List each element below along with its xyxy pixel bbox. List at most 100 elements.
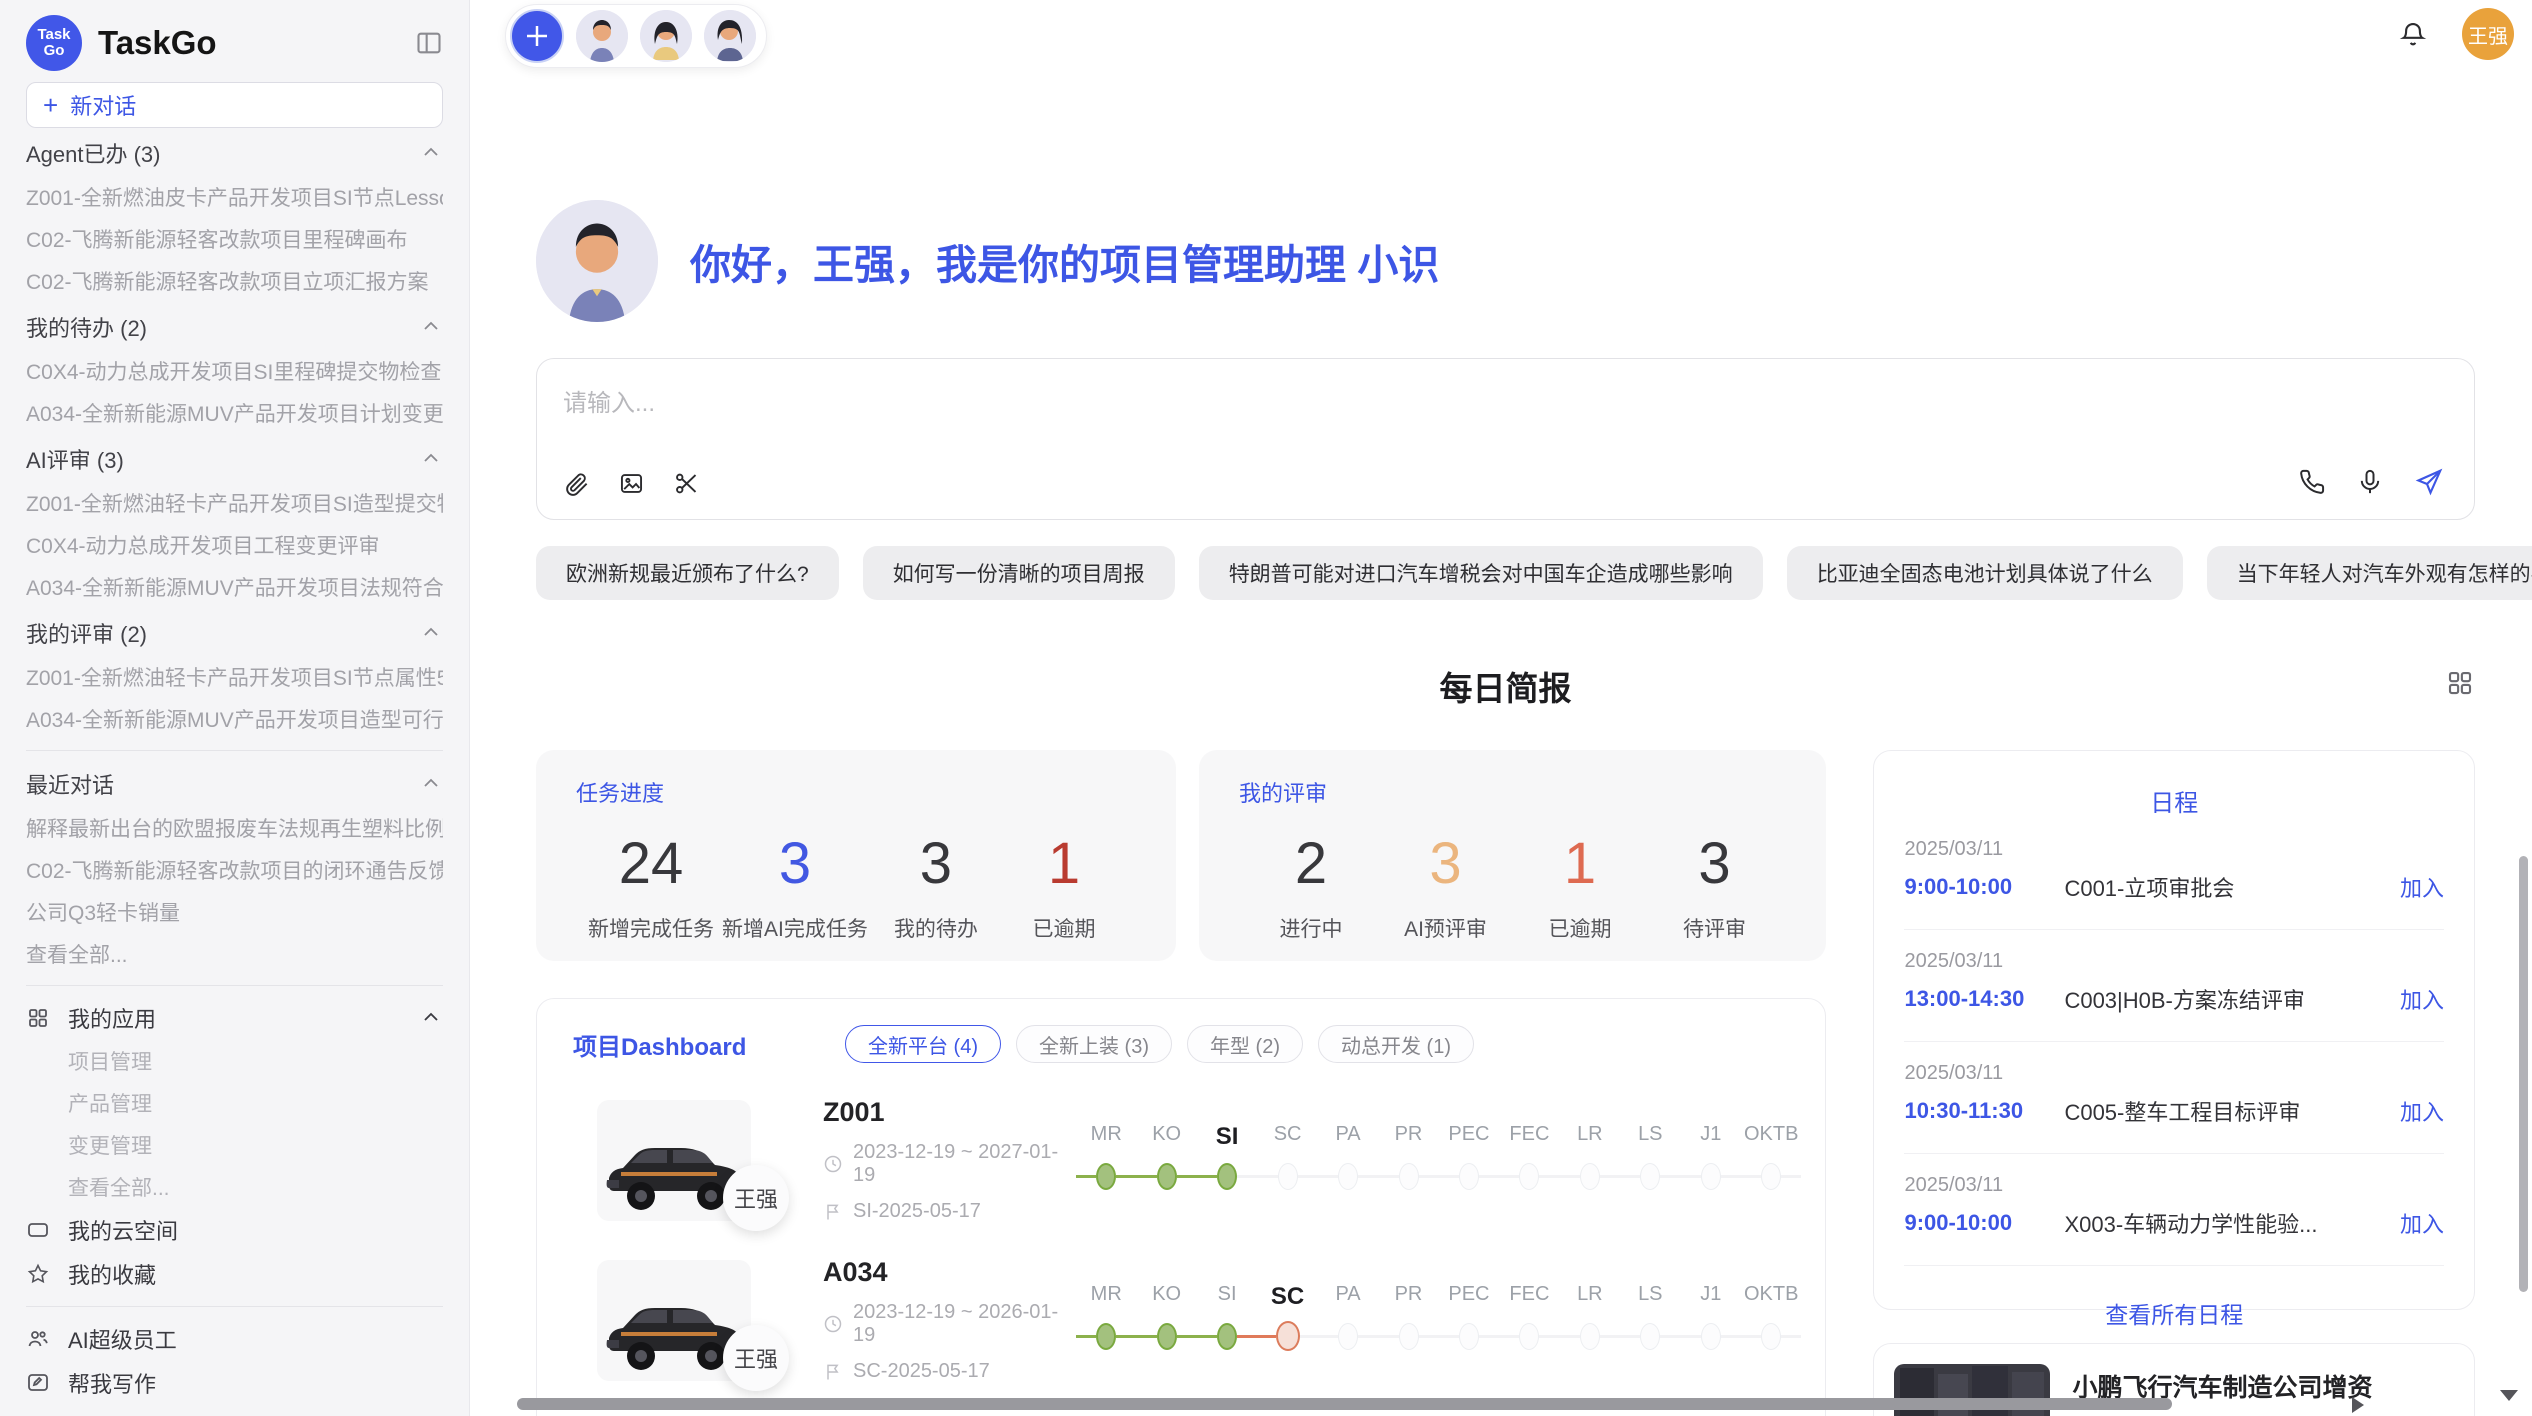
sidebar-section-header[interactable]: 我的待办 (2): [26, 304, 443, 350]
phone-icon[interactable]: [2298, 468, 2326, 496]
milestone-line: [1136, 1335, 1156, 1338]
sidebar-item-ai-super-staff[interactable]: AI超级员工: [26, 1317, 443, 1361]
sidebar-task-item[interactable]: C0X4-动力总成开发项目SI里程碑提交物检查: [26, 350, 443, 392]
stat-column: 3待评审: [1654, 830, 1774, 943]
stat-label: 已逾期: [1520, 913, 1640, 943]
app-subitem[interactable]: 项目管理: [26, 1040, 443, 1082]
view-all-schedule-link[interactable]: 查看所有日程: [1904, 1296, 2444, 1330]
sidebar-task-item[interactable]: A034-全新新能源MUV产品开发项目法规符合性评审: [26, 566, 443, 608]
suggestion-chip[interactable]: 比亚迪全固态电池计划具体说了什么: [1787, 546, 2183, 600]
layout-grid-icon[interactable]: [2445, 668, 2475, 698]
sidebar-task-item[interactable]: C02-飞腾新能源轻客改款项目里程碑画布: [26, 218, 443, 260]
scroll-right-arrow[interactable]: [2352, 1397, 2364, 1413]
vertical-scrollbar[interactable]: [2519, 856, 2528, 1292]
view-all-chats-link[interactable]: 查看全部...: [26, 933, 443, 975]
milestone-dot-row: [1076, 1315, 1136, 1357]
milestone-dot: [1640, 1163, 1660, 1190]
sidebar-task-item[interactable]: Z001-全新燃油轻卡产品开发项目SI节点属性5D文件评审: [26, 656, 443, 698]
suggestion-chip[interactable]: 欧洲新规最近颁布了什么?: [536, 546, 839, 600]
sidebar-section-header[interactable]: 我的评审 (2): [26, 610, 443, 656]
dashboard-tab[interactable]: 动总开发 (1): [1318, 1025, 1474, 1063]
sidebar-task-item[interactable]: Z001-全新燃油皮卡产品开发项目SI节点Lesson Learn报告: [26, 176, 443, 218]
recent-chat-item[interactable]: C02-飞腾新能源轻客改款项目的闭环通告反馈情况: [26, 849, 443, 891]
schedule-name: C005-整车工程目标评审: [2064, 1095, 2386, 1127]
milestone-line: [1560, 1175, 1580, 1178]
app-subitem[interactable]: 产品管理: [26, 1082, 443, 1124]
app-subitem[interactable]: 变更管理: [26, 1124, 443, 1166]
sidebar-task-item[interactable]: C0X4-动力总成开发项目工程变更评审: [26, 524, 443, 566]
join-meeting-link[interactable]: 加入: [2400, 871, 2444, 903]
sidebar-item-favorites[interactable]: 我的收藏: [26, 1252, 443, 1296]
chat-input-box: [536, 358, 2475, 520]
dashboard-tab[interactable]: 全新平台 (4): [845, 1025, 1001, 1063]
sidebar-task-item[interactable]: Z001-全新燃油轻卡产品开发项目SI造型提交物评审: [26, 482, 443, 524]
project-flag: SC-2025-05-17: [823, 1360, 1076, 1383]
join-meeting-link[interactable]: 加入: [2400, 1095, 2444, 1127]
sidebar-section-header[interactable]: 最近对话: [26, 761, 443, 807]
milestone-dot-row: [1136, 1315, 1196, 1357]
suggestion-chip[interactable]: 如何写一份清晰的项目周报: [863, 546, 1175, 600]
milestone-dot: [1519, 1163, 1539, 1190]
milestone-dot: [1157, 1323, 1177, 1350]
milestone-dot-row: [1681, 1155, 1741, 1197]
join-meeting-link[interactable]: 加入: [2400, 983, 2444, 1015]
milestone-label: OKTB: [1741, 1123, 1801, 1155]
image-icon[interactable]: [618, 470, 645, 497]
milestone-dot: [1338, 1163, 1358, 1190]
project-row[interactable]: 王强Z0012023-12-19 ~ 2027-01-19SI-2025-05-…: [561, 1097, 1801, 1223]
section-title: 我的待办 (2): [26, 311, 419, 343]
join-meeting-link[interactable]: 加入: [2400, 1207, 2444, 1239]
sidebar-task-item[interactable]: A034-全新新能源MUV产品开发项目计划变更表编写: [26, 392, 443, 434]
dashboard-tab[interactable]: 年型 (2): [1187, 1025, 1303, 1063]
main-area: 王强 你好，王强，我是你的项目管理助理 小识: [470, 0, 2532, 1416]
scissors-icon[interactable]: [673, 470, 700, 497]
send-icon[interactable]: [2414, 467, 2444, 497]
view-all-apps-link[interactable]: 查看全部...: [26, 1166, 443, 1208]
sidebar-item-help-me-write[interactable]: 帮我写作: [26, 1361, 443, 1405]
divider: [26, 985, 443, 986]
milestone-dot-row: [1560, 1155, 1620, 1197]
chat-input[interactable]: [537, 359, 2474, 429]
milestone-cell: J1: [1681, 1123, 1741, 1197]
project-row[interactable]: 王强A0342023-12-19 ~ 2026-01-19SC-2025-05-…: [561, 1257, 1801, 1383]
project-dates-text: 2023-12-19 ~ 2027-01-19: [853, 1141, 1076, 1187]
milestone-label: KO: [1136, 1283, 1196, 1315]
sidebar-item-my-apps[interactable]: 我的应用: [26, 996, 443, 1040]
milestone-cell: SC: [1257, 1123, 1317, 1197]
dashboard-tab[interactable]: 全新上装 (3): [1016, 1025, 1172, 1063]
logo-line1: Task: [37, 27, 70, 43]
milestone-line: [1499, 1175, 1519, 1178]
recent-chat-item[interactable]: 解释最新出台的欧盟报废车法规再生塑料比例被调至15%...: [26, 807, 443, 849]
milestone-line: [1419, 1175, 1439, 1178]
project-flag-text: SI-2025-05-17: [853, 1200, 981, 1223]
milestone-line: [1660, 1175, 1680, 1178]
stat-label: 新增AI完成任务: [722, 913, 868, 943]
schedule-date: 2025/03/11: [1904, 1062, 2444, 1085]
milestone-cell: PA: [1318, 1123, 1378, 1197]
milestone-label: MR: [1076, 1123, 1136, 1155]
suggestion-chip[interactable]: 当下年轻人对汽车外观有怎样的喜好趋势: [2207, 546, 2532, 600]
sidebar-section-header[interactable]: Agent已办 (3): [26, 130, 443, 176]
stat-value: 2: [1251, 830, 1371, 897]
milestone-dot-row: [1499, 1155, 1559, 1197]
sidebar-collapse-icon[interactable]: [415, 29, 443, 57]
sidebar-task-item[interactable]: A034-全新新能源MUV产品开发项目造型可行性评审: [26, 698, 443, 740]
project-dates-text: 2023-12-19 ~ 2026-01-19: [853, 1301, 1076, 1347]
horizontal-scrollbar[interactable]: [517, 1398, 2172, 1410]
recent-chat-item[interactable]: 公司Q3轻卡销量: [26, 891, 443, 933]
milestone-label: OKTB: [1741, 1283, 1801, 1315]
scroll-down-arrow[interactable]: [2500, 1390, 2518, 1401]
grid-icon: [26, 1006, 52, 1030]
milestone-row: MRKOSISCPAPRPECFECLRLSJ1OKTB: [1076, 1283, 1801, 1357]
new-chat-button[interactable]: + 新对话: [26, 82, 443, 128]
suggestion-chip[interactable]: 特朗普可能对进口汽车增税会对中国车企造成哪些影响: [1199, 546, 1763, 600]
sidebar-section-header[interactable]: AI评审 (3): [26, 436, 443, 482]
milestone-dot-row: [1439, 1315, 1499, 1357]
sidebar-item-creative-drawing[interactable]: 创意制图: [26, 1405, 443, 1416]
sidebar-task-item[interactable]: C02-飞腾新能源轻客改款项目立项汇报方案: [26, 260, 443, 302]
milestone-dot-row: [1378, 1155, 1438, 1197]
microphone-icon[interactable]: [2356, 468, 2384, 496]
attachment-icon[interactable]: [563, 470, 590, 497]
sidebar-item-cloud-space[interactable]: 我的云空间: [26, 1208, 443, 1252]
main-content: 你好，王强，我是你的项目管理助理 小识: [470, 0, 2532, 1416]
